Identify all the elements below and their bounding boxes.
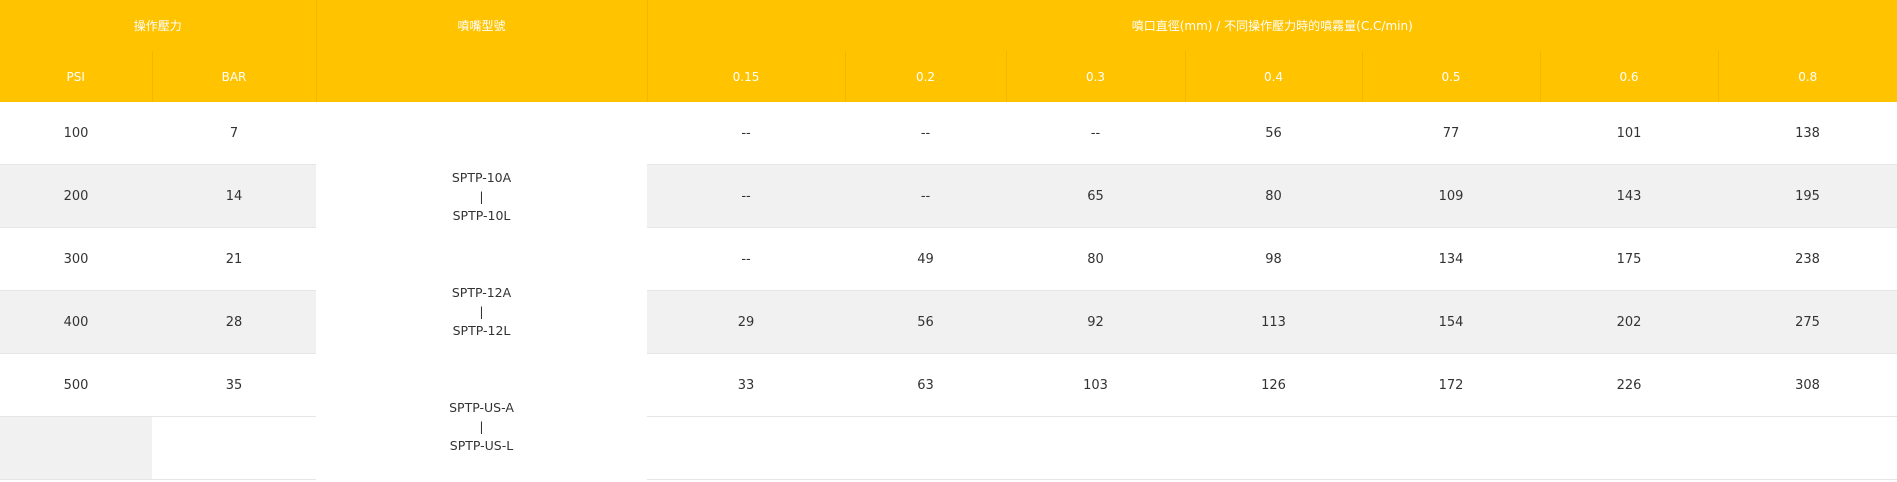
table-row-empty (0, 416, 1897, 480)
table-body: 100 7 SPTP-10A | SPTP-10L SPTP-12A | SPT… (0, 102, 1897, 480)
header-flow-group: 噴口直徑(mm) / 不同操作壓力時的噴霧量(C.C/min) (646, 0, 1897, 51)
cell-value: 98 (1185, 227, 1363, 291)
header-diameter-4: 0.5 (1361, 51, 1541, 102)
cell-psi: 400 (0, 290, 152, 354)
cell-bar: 28 (152, 290, 317, 354)
cell-value: 101 (1540, 102, 1719, 165)
cell-value: 238 (1718, 227, 1897, 291)
cell-empty (1006, 416, 1186, 480)
cell-value: 154 (1362, 290, 1541, 354)
cell-value: 134 (1362, 227, 1541, 291)
cell-psi: 200 (0, 164, 152, 228)
cell-empty (152, 416, 317, 480)
model-group-2: SPTP-12A | SPTP-12L (316, 283, 647, 340)
cell-empty (1362, 416, 1541, 480)
header-pressure-group: 操作壓力 (0, 0, 317, 51)
model-group-3: SPTP-US-A | SPTP-US-L (316, 398, 647, 455)
cell-value: 103 (1006, 353, 1186, 417)
table-header: 操作壓力 噴嘴型號 噴口直徑(mm) / 不同操作壓力時的噴霧量(C.C/min… (0, 0, 1897, 102)
table-row: 200 14 -- -- 65 80 109 143 195 (0, 164, 1897, 228)
cell-value: 143 (1540, 164, 1719, 228)
cell-value: 126 (1185, 353, 1363, 417)
cell-value: 56 (1185, 102, 1363, 165)
model-name-bottom: SPTP-10L (452, 208, 511, 223)
model-separator: | (479, 304, 484, 319)
cell-value: 175 (1540, 227, 1719, 291)
model-name-top: SPTP-US-A (449, 400, 514, 415)
cell-value: 80 (1185, 164, 1363, 228)
cell-bar: 21 (152, 227, 317, 291)
cell-value: 138 (1718, 102, 1897, 165)
cell-empty (647, 416, 846, 480)
header-diameter-0: 0.15 (646, 51, 846, 102)
cell-bar: 7 (152, 102, 317, 165)
table-row: 400 28 29 56 92 113 154 202 275 (0, 290, 1897, 354)
cell-value: 80 (1006, 227, 1186, 291)
model-name-bottom: SPTP-12L (452, 323, 511, 338)
model-column: SPTP-10A | SPTP-10L SPTP-12A | SPTP-12L … (316, 102, 648, 480)
cell-value: 92 (1006, 290, 1186, 354)
cell-psi: 500 (0, 353, 152, 417)
model-name-top: SPTP-10A (451, 170, 512, 185)
cell-value: 77 (1362, 102, 1541, 165)
cell-empty (1185, 416, 1363, 480)
cell-value: 195 (1718, 164, 1897, 228)
cell-value: 63 (845, 353, 1007, 417)
model-separator: | (479, 419, 484, 434)
header-diameter-3: 0.4 (1184, 51, 1363, 102)
cell-value: 29 (647, 290, 846, 354)
cell-psi: 300 (0, 227, 152, 291)
cell-value: -- (845, 102, 1007, 165)
cell-value: 275 (1718, 290, 1897, 354)
header-psi: PSI (0, 51, 152, 102)
cell-value: 109 (1362, 164, 1541, 228)
cell-bar: 35 (152, 353, 317, 417)
cell-value: 308 (1718, 353, 1897, 417)
cell-value: 56 (845, 290, 1007, 354)
header-diameter-1: 0.2 (844, 51, 1007, 102)
cell-value: -- (1006, 102, 1186, 165)
cell-empty (1718, 416, 1897, 480)
model-separator: | (479, 189, 484, 204)
model-name-bottom: SPTP-US-L (449, 438, 514, 453)
cell-value: 49 (845, 227, 1007, 291)
cell-value: -- (647, 102, 846, 165)
cell-value: 202 (1540, 290, 1719, 354)
cell-empty (1540, 416, 1719, 480)
cell-value: -- (647, 164, 846, 228)
table-row: 300 21 -- 49 80 98 134 175 238 (0, 227, 1897, 291)
cell-value: 33 (647, 353, 846, 417)
cell-empty (845, 416, 1007, 480)
model-name-top: SPTP-12A (451, 285, 512, 300)
cell-psi: 100 (0, 102, 152, 165)
cell-value: 113 (1185, 290, 1363, 354)
cell-empty (0, 416, 152, 480)
table-row: 500 35 33 63 103 126 172 226 308 (0, 353, 1897, 417)
header-diameter-6: 0.8 (1717, 51, 1897, 102)
model-group-1: SPTP-10A | SPTP-10L (316, 168, 647, 225)
cell-value: 65 (1006, 164, 1186, 228)
table-row: 100 7 SPTP-10A | SPTP-10L SPTP-12A | SPT… (0, 102, 1897, 480)
cell-value: 172 (1362, 353, 1541, 417)
cell-value: -- (845, 164, 1007, 228)
cell-value: 226 (1540, 353, 1719, 417)
spray-spec-table: 操作壓力 噴嘴型號 噴口直徑(mm) / 不同操作壓力時的噴霧量(C.C/min… (0, 0, 1897, 480)
cell-bar: 14 (152, 164, 317, 228)
header-model-group: 噴嘴型號 (315, 0, 648, 102)
header-diameter-2: 0.3 (1005, 51, 1186, 102)
spec-table-container: 操作壓力 噴嘴型號 噴口直徑(mm) / 不同操作壓力時的噴霧量(C.C/min… (0, 0, 1897, 482)
header-diameter-5: 0.6 (1539, 51, 1719, 102)
header-bar: BAR (151, 51, 317, 102)
cell-value: -- (647, 227, 846, 291)
model-stack: SPTP-10A | SPTP-10L SPTP-12A | SPTP-12L … (316, 102, 647, 480)
